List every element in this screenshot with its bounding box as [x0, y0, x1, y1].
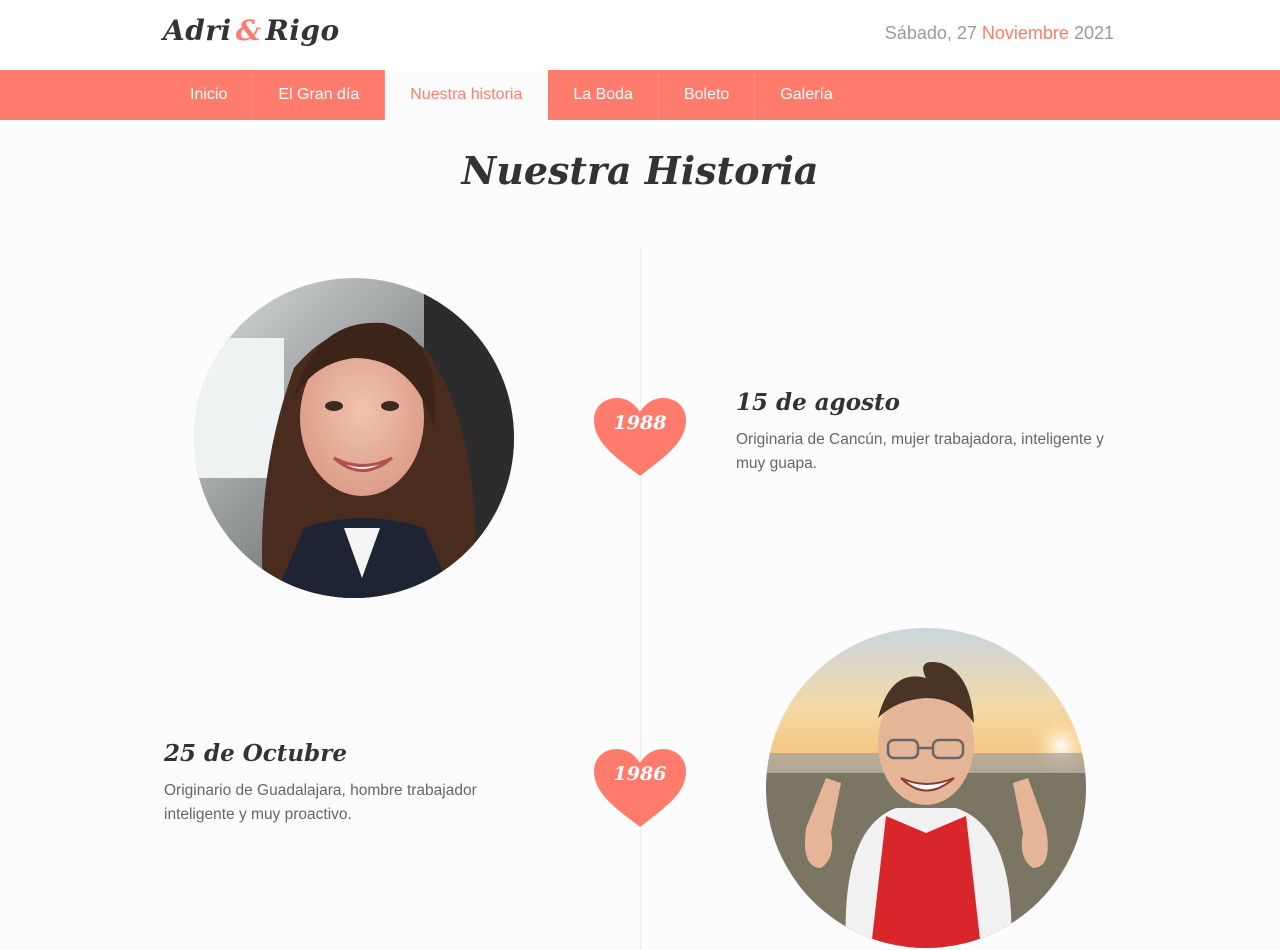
heart-year-marker-1988: 1988 — [594, 398, 686, 478]
timeline-line — [640, 248, 641, 950]
brand-first-name: Adri — [163, 14, 232, 47]
site-logo[interactable]: Adri & Rigo — [163, 14, 340, 47]
event-year: 1988 — [613, 412, 667, 434]
event-date: 15 de agosto — [736, 389, 900, 416]
date-year: 2021 — [1073, 23, 1114, 43]
main-nav-bar: Inicio El Gran día Nuestra historia La B… — [0, 70, 1280, 120]
heart-year-marker-1986: 1986 — [594, 749, 686, 829]
nav-item-la-boda[interactable]: La Boda — [548, 70, 659, 120]
timeline-event-1: 15 de agosto Originaria de Cancún, mujer… — [736, 389, 1116, 476]
event-year: 1986 — [613, 763, 667, 785]
date-month: Noviembre — [981, 23, 1069, 43]
timeline-event-2: 25 de Octubre Originario de Guadalajara,… — [164, 740, 504, 827]
brand-second-name: Rigo — [265, 14, 340, 47]
woman-portrait-photo — [194, 278, 514, 598]
nav-item-nuestra-historia[interactable]: Nuestra historia — [385, 70, 549, 120]
event-date: 25 de Octubre — [164, 740, 347, 767]
event-description: Originaria de Cancún, mujer trabajadora,… — [736, 431, 1104, 472]
site-header: Adri & Rigo Sábado, 27 Noviembre 2021 — [0, 0, 1280, 70]
main-nav: Inicio El Gran día Nuestra historia La B… — [165, 70, 858, 120]
wedding-date: Sábado, 27 Noviembre 2021 — [885, 23, 1114, 44]
page-title: Nuestra Historia — [461, 148, 819, 193]
date-day: Sábado, 27 — [884, 23, 977, 43]
nav-item-boleto[interactable]: Boleto — [659, 70, 756, 120]
nav-item-galeria[interactable]: Galería — [755, 70, 857, 120]
nav-item-el-gran-dia[interactable]: El Gran día — [253, 70, 386, 120]
man-portrait-photo — [766, 628, 1086, 948]
brand-ampersand: & — [235, 14, 262, 47]
event-description: Originario de Guadalajara, hombre trabaj… — [164, 782, 477, 823]
nav-item-inicio[interactable]: Inicio — [165, 70, 254, 120]
